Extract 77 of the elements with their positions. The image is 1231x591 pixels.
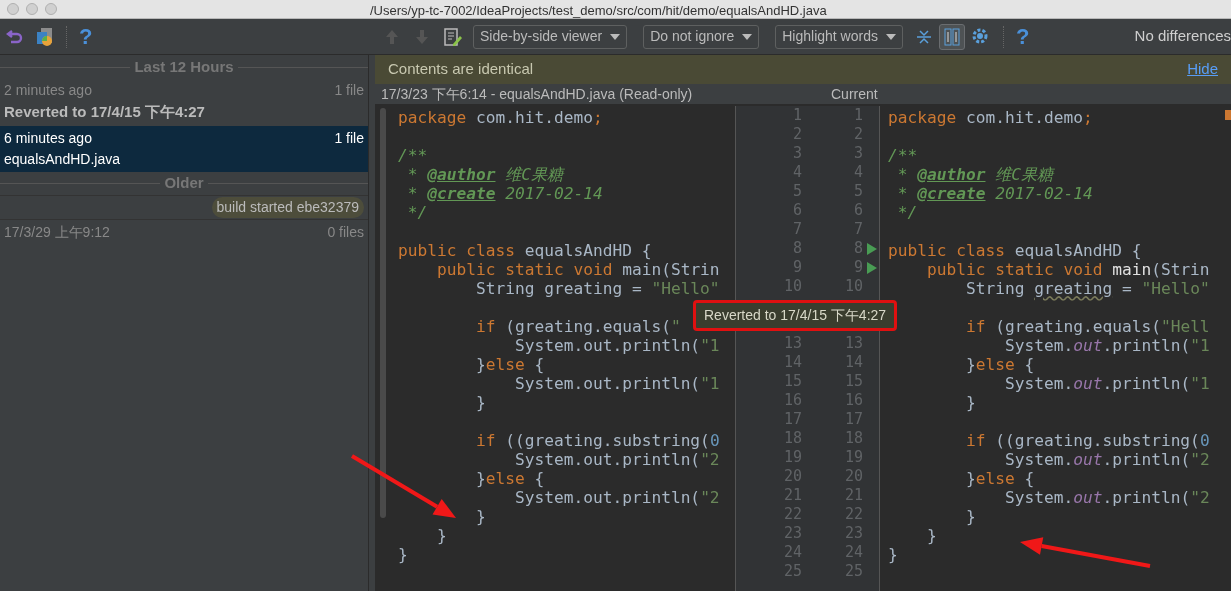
revision-item[interactable]: 2 minutes ago 1 file Reverted to 17/4/15 下午4:27 <box>0 78 368 126</box>
code-line: * @create 2017-02-14 <box>406 183 603 201</box>
revision-time: 2 minutes ago <box>4 81 92 100</box>
tag-label: build started ebe32379 <box>211 196 364 218</box>
code-line: public static void main(Strin <box>435 260 720 277</box>
code-line: System.out.println("2 <box>513 488 720 505</box>
code-line: }else { <box>474 354 545 372</box>
run-icon[interactable] <box>867 242 877 255</box>
file-count: 1 file <box>334 81 364 100</box>
code-line: if ((greating.substring(0 <box>474 430 720 448</box>
edit-icon[interactable] <box>443 26 463 47</box>
caret-icon <box>742 33 753 40</box>
code-line: public class equalsAndHD { <box>888 240 1142 258</box>
code-line: * @create 2017-02-14 <box>896 183 1093 201</box>
code-line: public class equalsAndHD { <box>398 240 652 258</box>
code-line: System.out.println("1 <box>513 335 720 353</box>
code-line: if ((greating.substring(0 <box>964 430 1210 448</box>
file-count: 0 files <box>327 222 364 242</box>
code-line: package com.hit.demo; <box>398 107 603 125</box>
revision-title: Reverted to 17/4/15 下午4:27 <box>4 102 206 122</box>
collapse-icon[interactable] <box>914 27 933 46</box>
code-line: } <box>964 392 976 410</box>
code-line: * @author 维C果糖 <box>896 164 1053 182</box>
marker-icon <box>1225 110 1231 120</box>
code-line: String greating = "Hello" <box>474 278 720 296</box>
pane-header: Current <box>831 84 878 104</box>
undo-icon[interactable] <box>6 28 24 45</box>
code-line: String greating = "Hello" <box>964 278 1210 296</box>
notification-text: Contents are identical <box>388 59 534 80</box>
group-header: Last 12 Hours <box>133 56 235 77</box>
code-line: System.out.println("1 <box>513 374 720 391</box>
code-line: */ <box>896 202 918 220</box>
dropdown-button[interactable]: Do not ignore <box>643 24 760 49</box>
caret-icon <box>610 33 621 40</box>
dropdown-button[interactable]: Side-by-side viewer <box>473 24 628 49</box>
revision-time: 17/3/29 上午9:12 <box>4 222 110 242</box>
run-icon[interactable] <box>867 261 877 274</box>
revision-title: equalsAndHD.java <box>4 149 121 169</box>
code-line: System.out.println("2 <box>1003 488 1210 505</box>
code-line: } <box>964 506 976 524</box>
document-icon[interactable] <box>36 26 54 47</box>
code-line: } <box>474 506 486 524</box>
code-line: } <box>888 544 898 562</box>
code-line: } <box>925 525 937 543</box>
sync-scroll-toggle[interactable] <box>938 23 965 50</box>
code-line: }else { <box>964 354 1035 372</box>
code-line: /** <box>398 145 428 163</box>
hide-link[interactable]: Hide <box>1187 58 1218 81</box>
window-title: /Users/yp-tc-7002/IdeaProjects/test_demo/src/com/hit/demo/equalsAndHD.java <box>370 2 827 20</box>
pane-header: 17/3/23 下午6:14 - equalsAndHD.java (Read-only) <box>380 84 694 104</box>
code-line: public static void main(Strin <box>925 260 1210 277</box>
code-line: package com.hit.demo; <box>888 107 1093 125</box>
revision-time: 6 minutes ago <box>4 128 92 148</box>
code-line: } <box>435 525 447 543</box>
code-line: /** <box>888 145 918 163</box>
help-button[interactable]: ? <box>1015 25 1030 48</box>
help-button[interactable]: ? <box>79 25 93 48</box>
code-line: System.out.println("1 <box>1003 374 1210 391</box>
group-header: Older <box>163 173 205 194</box>
code-line: * @author 维C果糖 <box>406 164 563 182</box>
caret-icon <box>885 33 896 40</box>
code-line: System.out.println("1 <box>1003 335 1210 353</box>
revision-item[interactable]: 17/3/29 上午9:12 0 files <box>0 219 368 245</box>
code-line: } <box>398 544 408 562</box>
revision-item[interactable]: 6 minutes ago 1 file equalsAndHD.java <box>0 125 368 172</box>
code-line: if (greating.equals(" <box>474 316 681 334</box>
code-line: System.out.println("2 <box>513 449 720 467</box>
code-line: */ <box>406 202 428 220</box>
code-line: } <box>474 392 486 410</box>
status-text: No differences <box>1134 26 1231 47</box>
dropdown-button[interactable]: Highlight words <box>775 24 903 49</box>
code-line: System.out.println("2 <box>1003 449 1210 467</box>
code-line: if (greating.equals("Hell <box>964 316 1210 334</box>
file-count: 1 file <box>334 128 364 148</box>
tooltip: Reverted to 17/4/15 下午4:27 <box>693 300 898 331</box>
code-line: }else { <box>964 468 1035 486</box>
code-line: }else { <box>474 468 545 486</box>
